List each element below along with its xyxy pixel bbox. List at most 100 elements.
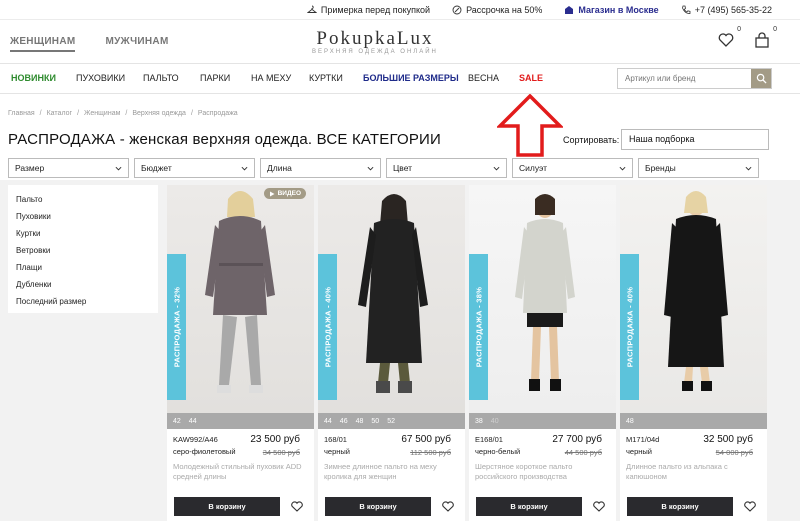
category-coats[interactable]: Пальто [8,191,158,208]
product-info: KAW992/A46 23 500 руб серо-фиолетовый 34… [167,429,314,519]
product-description[interactable]: Зимнее длинное пальто на меху кролика дл… [324,462,459,482]
product-card[interactable]: РАСПРОДАЖА - 40% 48 M171/04d 32 500 руб … [620,185,767,521]
category-down-jackets[interactable]: Пуховики [8,208,158,225]
heart-icon[interactable] [744,501,756,512]
nav-spring[interactable]: ВЕСНА [468,73,499,83]
model-photo [358,194,428,393]
size-option[interactable]: 44 [189,418,197,425]
product-card[interactable]: РАСПРОДАЖА - 40% 44 46 48 50 52 168/01 6… [318,185,465,521]
fitting-info[interactable]: Примерка перед покупкой [306,4,431,15]
product-old-price: 54 000 руб [715,448,753,457]
logo-tagline: ВЕРХНЯЯ ОДЕЖДА ОНЛАЙН [312,49,438,55]
size-list: 48 [620,413,767,429]
women-tab[interactable]: ЖЕНЩИНАМ [10,36,76,52]
category-last-size[interactable]: Последний размер [8,293,158,310]
logo-name: PokupkaLux [316,28,434,49]
category-sheepskin[interactable]: Дубленки [8,276,158,293]
favorites-count: 0 [737,26,741,33]
category-raincoats[interactable]: Плащи [8,259,158,276]
size-option[interactable]: 38 [475,418,483,425]
size-option[interactable]: 42 [173,418,181,425]
product-description[interactable]: Шерстяное короткое пальто российского пр… [475,462,610,482]
add-to-cart-button[interactable]: В корзину [627,497,733,516]
size-option[interactable]: 52 [387,418,395,425]
product-card[interactable]: РАСПРОДАЖА - 38% 38 40 E168/01 27 700 ру… [469,185,616,521]
percent-icon [452,5,462,14]
filter-label: Цвет [393,163,413,173]
installment-info[interactable]: Рассрочка на 50% [452,5,542,15]
men-tab[interactable]: МУЖЧИНАМ [105,36,168,52]
nav-jackets[interactable]: КУРТКИ [309,73,343,83]
model-photo [205,191,275,393]
phone-link[interactable]: +7 (495) 565-35-22 [681,5,772,15]
filter-bar: Размер Бюджет Длина Цвет Силуэт Бренды [8,158,759,178]
heart-icon[interactable] [593,501,605,512]
product-price: 27 700 руб [552,434,602,445]
nav-fur[interactable]: НА МЕХУ [251,73,291,83]
store-link[interactable]: Магазин в Москве [564,4,659,15]
size-option[interactable]: 48 [626,418,634,425]
main-nav: НОВИНКИ ПУХОВИКИ ПАЛЬТО ПАРКИ НА МЕХУ КУ… [0,64,800,94]
filter-size[interactable]: Размер [8,158,129,178]
size-option[interactable]: 50 [371,418,379,425]
product-photo[interactable]: РАСПРОДАЖА - 40% [620,185,767,413]
crumb-outerwear[interactable]: Верхняя одежда [132,110,186,117]
size-option[interactable]: 44 [324,418,332,425]
sale-badge: РАСПРОДАЖА - 40% [620,254,639,400]
category-jackets[interactable]: Куртки [8,225,158,242]
product-card[interactable]: ВИДЕО РАСПРОДАЖА - 32% 42 44 KAW992/A46 … [167,185,314,521]
store-label: Магазин в Москве [578,4,659,15]
add-to-cart-button[interactable]: В корзину [325,497,431,516]
heart-icon[interactable] [291,501,303,512]
filter-length[interactable]: Длина [260,158,381,178]
chevron-down-icon [619,166,626,171]
search-button[interactable] [751,69,771,88]
filter-color[interactable]: Цвет [386,158,507,178]
heart-icon[interactable] [442,501,454,512]
product-photo[interactable]: РАСПРОДАЖА - 40% [318,185,465,413]
sort-label: Сортировать: [563,135,620,145]
crumb-separator: / [125,110,128,117]
size-list: 44 46 48 50 52 [318,413,465,429]
product-description[interactable]: Длинное пальто из альпака с капюшоном [626,462,761,482]
hanger-icon [306,5,317,13]
chevron-down-icon [493,166,500,171]
filter-budget[interactable]: Бюджет [134,158,255,178]
shopping-bag-icon [755,32,769,48]
product-old-price: 34 500 руб [262,448,300,457]
site-logo[interactable]: PokupkaLux ВЕРХНЯЯ ОДЕЖДА ОНЛАЙН [312,28,438,55]
filter-label: Длина [267,163,292,173]
product-photo[interactable]: РАСПРОДАЖА - 38% [469,185,616,413]
sale-badge-label: РАСПРОДАЖА - 40% [625,286,634,368]
top-info-bar: Примерка перед покупкой Рассрочка на 50%… [0,0,800,20]
nav-parkas[interactable]: ПАРКИ [200,73,230,83]
category-windbreakers[interactable]: Ветровки [8,242,158,259]
crumb-women[interactable]: Женщинам [84,110,120,117]
nav-sale[interactable]: SALE [519,73,543,83]
phone-icon [681,5,691,14]
favorites-button[interactable]: 0 [718,26,741,48]
add-to-cart-button[interactable]: В корзину [476,497,582,516]
nav-new[interactable]: НОВИНКИ [11,73,56,83]
video-badge[interactable]: ВИДЕО [263,188,306,199]
nav-plus-sizes[interactable]: БОЛЬШИЕ РАЗМЕРЫ [363,73,459,83]
search-input[interactable] [618,69,751,88]
sale-badge-label: РАСПРОДАЖА - 40% [323,286,332,368]
fitting-label: Примерка перед покупкой [320,4,431,15]
crumb-home[interactable]: Главная [8,110,35,117]
filter-brands[interactable]: Бренды [638,158,759,178]
nav-down-jackets[interactable]: ПУХОВИКИ [76,73,125,83]
phone-number: +7 (495) 565-35-22 [694,4,772,15]
crumb-catalog[interactable]: Каталог [47,110,72,117]
size-option[interactable]: 40 [491,418,499,425]
sort-select[interactable]: Наша подборка [621,129,769,150]
cart-button[interactable]: 0 [754,26,777,48]
sale-badge: РАСПРОДАЖА - 40% [318,254,337,400]
add-to-cart-button[interactable]: В корзину [174,497,280,516]
size-option[interactable]: 46 [340,418,348,425]
size-option[interactable]: 48 [356,418,364,425]
product-description[interactable]: Молодежный стильный пуховик ADD средней … [173,462,308,482]
product-photo[interactable]: ВИДЕО РАСПРОДАЖА - 32% [167,185,314,413]
nav-coats[interactable]: ПАЛЬТО [143,73,179,83]
filter-silhouette[interactable]: Силуэт [512,158,633,178]
